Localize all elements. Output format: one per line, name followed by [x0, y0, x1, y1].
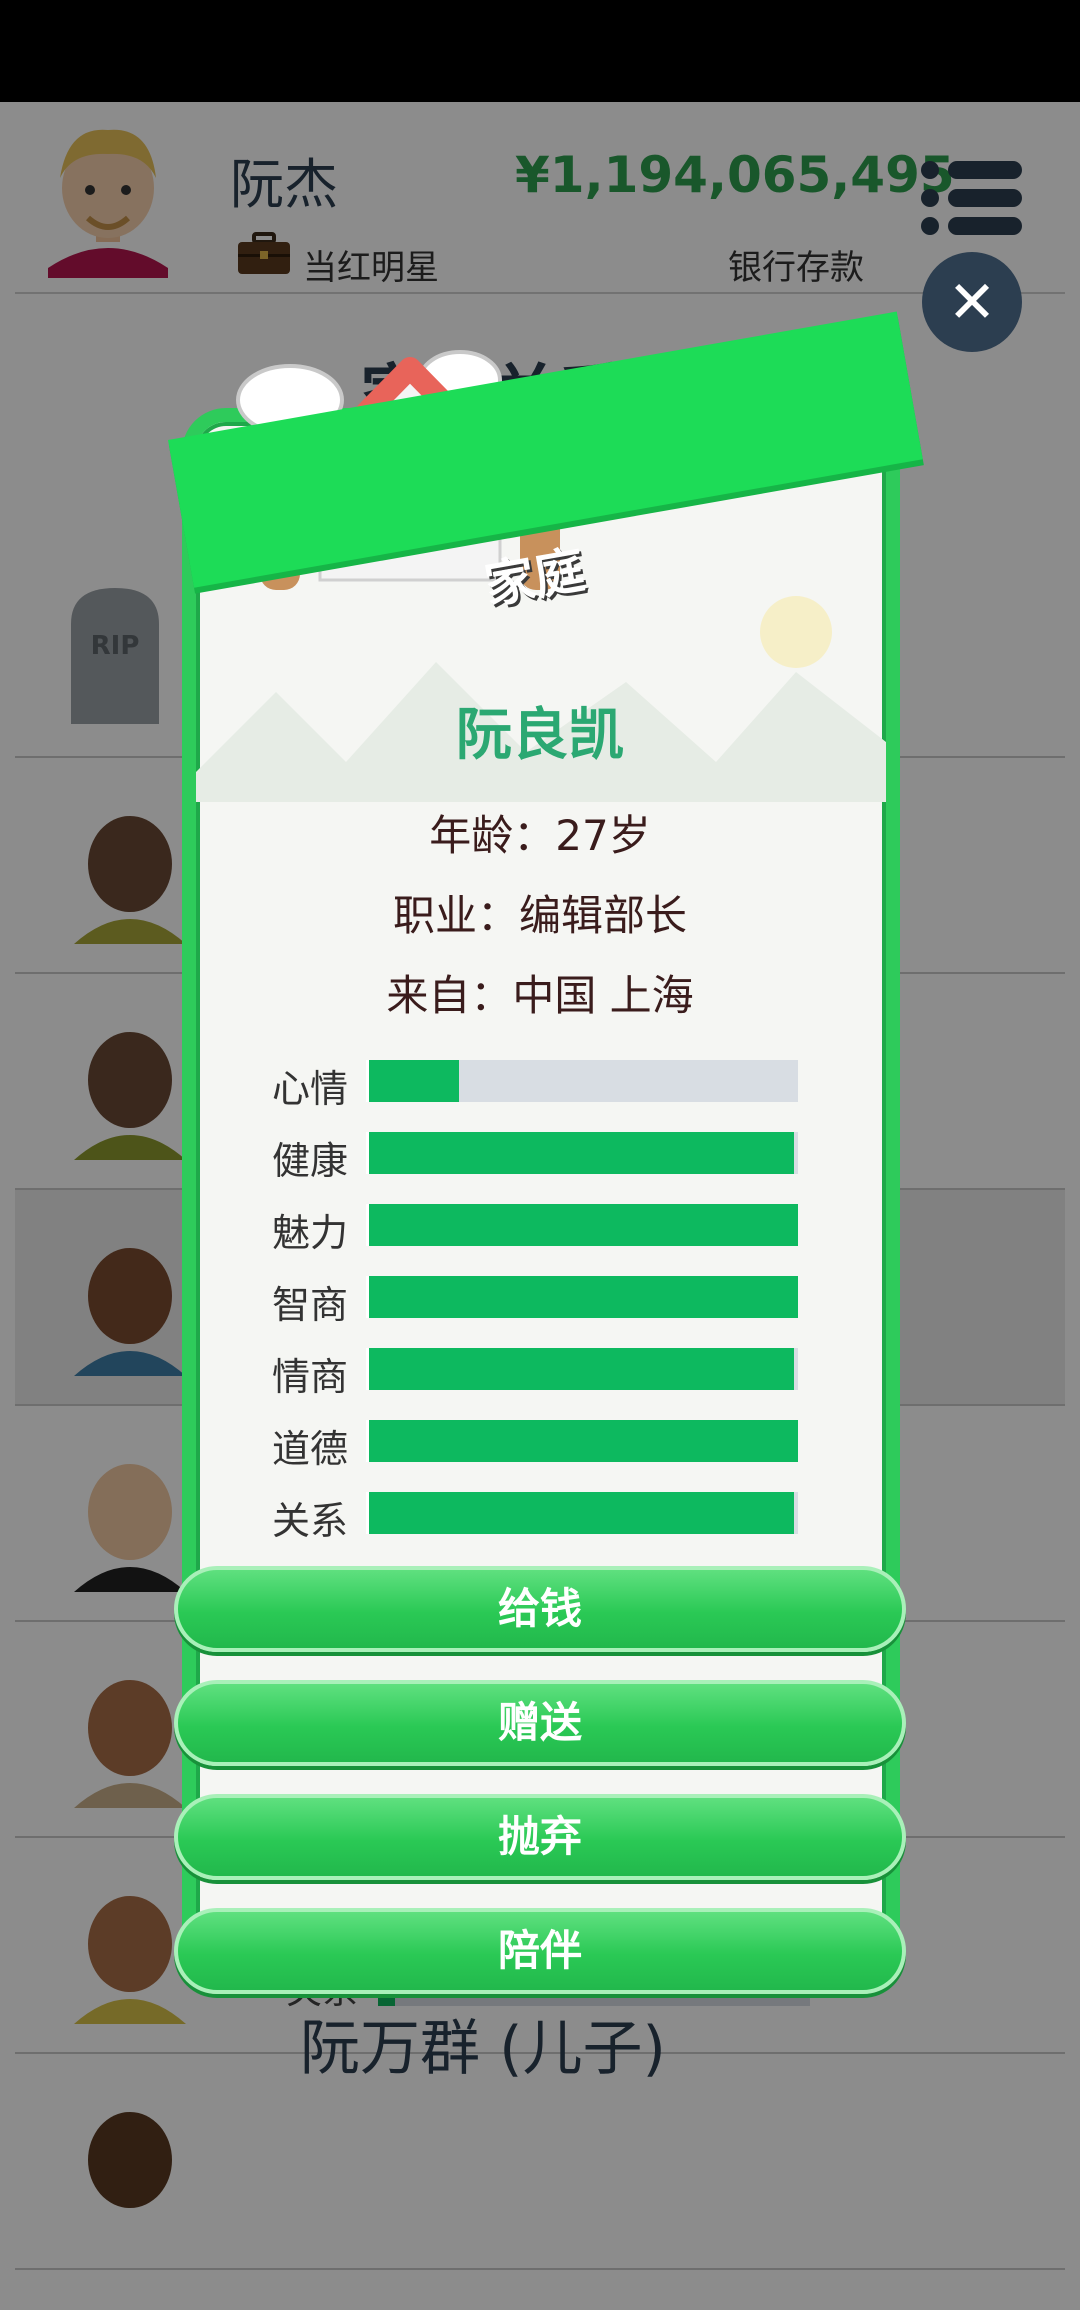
stat-bar: [366, 1348, 798, 1390]
accompany-button[interactable]: 陪伴: [174, 1908, 906, 1994]
stat-bar-fill: [369, 1060, 460, 1102]
stat-label: 情商: [272, 1355, 349, 1399]
abandon-button[interactable]: 抛弃: [174, 1794, 906, 1880]
abandon-label: 抛弃: [497, 1812, 582, 1861]
stat-bar-fill: [369, 1492, 794, 1534]
stat-bar: [366, 1132, 798, 1174]
close-x-icon: ✕: [947, 268, 997, 336]
close-button[interactable]: ✕: [922, 252, 1022, 352]
accompany-label: 陪伴: [497, 1926, 582, 1975]
stat-label: 健康: [272, 1139, 349, 1183]
stat-bar: [366, 1276, 798, 1318]
gift-label: 赠送: [497, 1698, 582, 1747]
stat-bar-fill: [369, 1348, 794, 1390]
stat-bar-fill: [369, 1276, 798, 1318]
stat-bar: [366, 1204, 798, 1246]
stat-label: 道德: [272, 1427, 349, 1471]
member-job: 职业：编辑部长: [392, 891, 687, 940]
stat-bar: [366, 1492, 798, 1534]
stat-bar: [366, 1420, 798, 1462]
stat-bar: [366, 1060, 798, 1102]
stat-label: 智商: [272, 1283, 349, 1327]
stat-label: 心情: [272, 1067, 349, 1111]
member-origin: 来自：中国 上海: [386, 971, 694, 1020]
gift-button[interactable]: 赠送: [174, 1680, 906, 1766]
stat-bar-fill: [369, 1132, 794, 1174]
give-money-button[interactable]: 给钱: [174, 1566, 906, 1652]
give-money-label: 给钱: [497, 1584, 582, 1633]
stat-bar-fill: [369, 1420, 798, 1462]
member-age: 年龄：27岁: [429, 811, 651, 860]
member-name: 阮良凯: [456, 703, 624, 768]
stat-bar-fill: [369, 1204, 798, 1246]
stat-label: 魅力: [272, 1211, 349, 1255]
stat-label: 关系: [272, 1499, 349, 1543]
status-bar: [0, 0, 1080, 102]
